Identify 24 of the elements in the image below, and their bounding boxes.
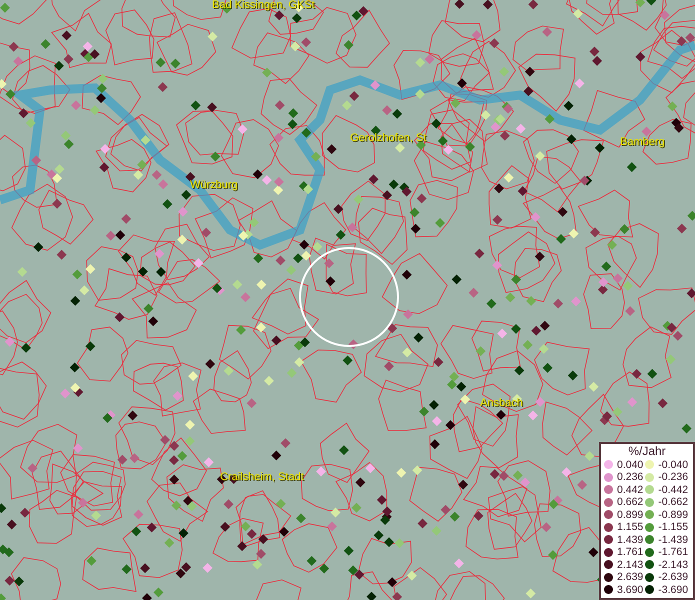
legend-value: 0.236	[617, 472, 644, 482]
legend-value: 0.899	[617, 510, 644, 520]
legend-value: -3.690	[658, 584, 688, 595]
legend-value: -0.662	[658, 497, 688, 508]
legend-value: 2.639	[617, 572, 644, 582]
legend-value: -1.155	[658, 522, 688, 532]
legend-value: 1.155	[617, 522, 644, 532]
legend-value: -1.761	[658, 547, 688, 558]
legend-title: %/Jahr	[627, 444, 667, 458]
legend-value: -2.639	[658, 572, 688, 582]
legend-value: -0.040	[658, 460, 688, 470]
legend-value: 1.761	[617, 547, 644, 558]
legend-value: 3.690	[617, 584, 644, 595]
legend-value: 0.442	[617, 484, 644, 495]
legend-value: 0.662	[617, 497, 644, 508]
place-label: Würzburg	[190, 180, 238, 191]
legend-value: 1.439	[617, 534, 644, 545]
legend-value: -0.442	[658, 484, 688, 495]
legend-value: -0.899	[658, 510, 688, 520]
legend-value: -2.143	[658, 560, 688, 570]
legend-value: -1.439	[658, 534, 688, 545]
legend-value: 2.143	[617, 560, 644, 570]
legend-value: 0.040	[617, 460, 644, 470]
legend-value: -0.236	[658, 472, 688, 482]
